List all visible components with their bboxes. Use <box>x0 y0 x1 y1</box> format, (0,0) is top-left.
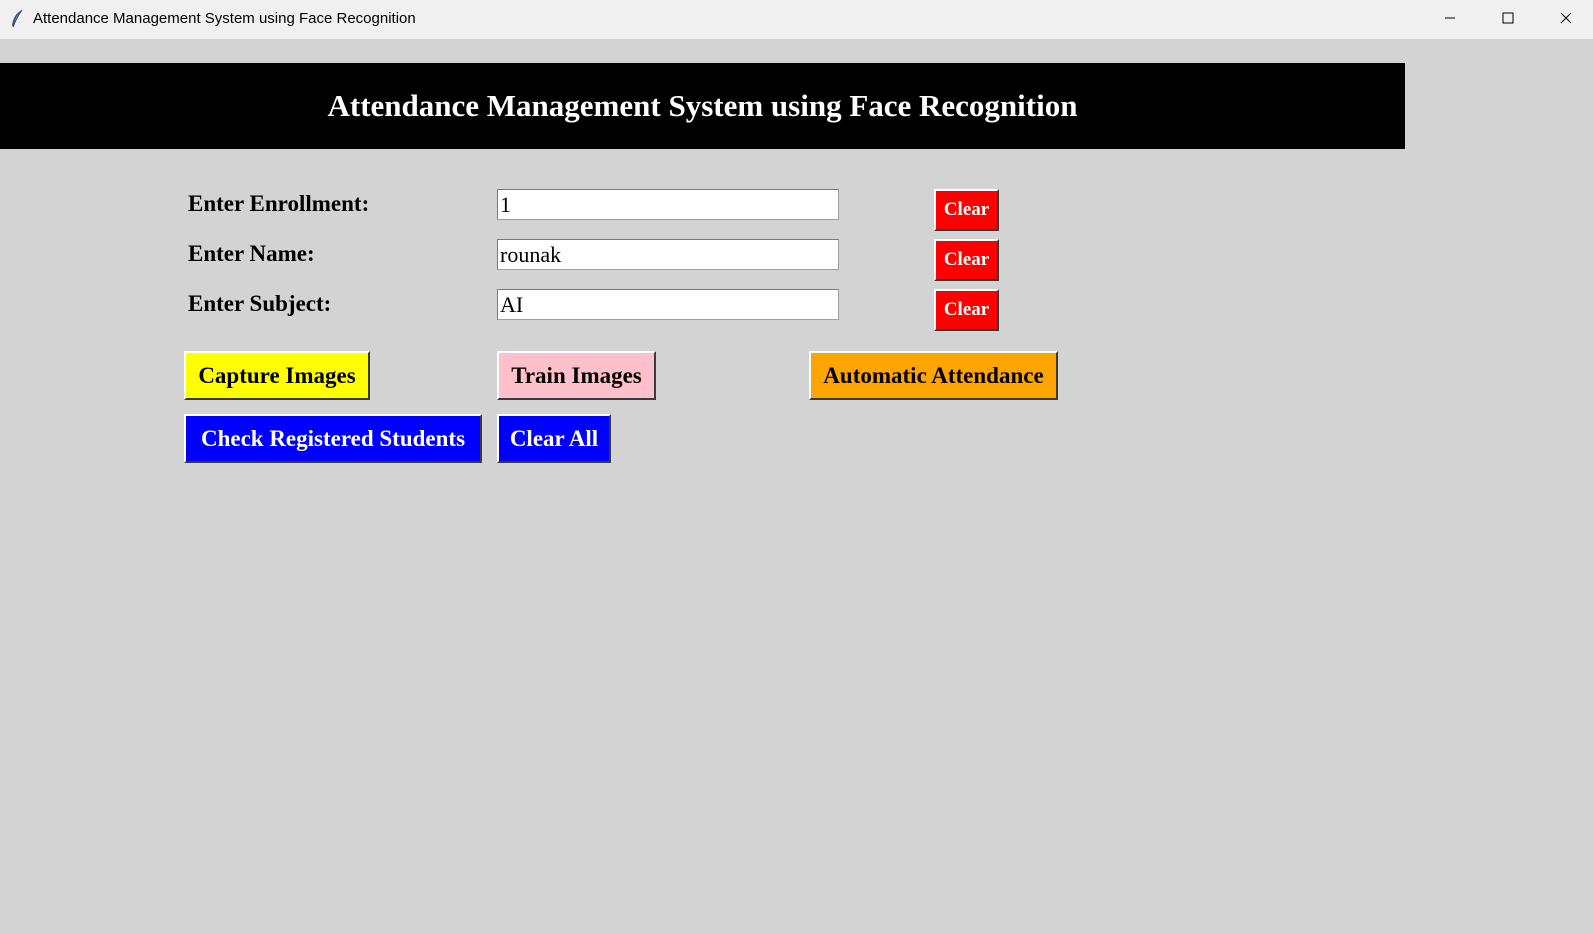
train-images-button[interactable]: Train Images <box>497 351 656 400</box>
close-button[interactable] <box>1537 0 1593 39</box>
name-label: Enter Name: <box>188 241 315 266</box>
close-icon <box>1560 11 1572 28</box>
enrollment-field[interactable] <box>497 189 839 220</box>
name-field[interactable] <box>497 239 839 270</box>
window-titlebar: Attendance Management System using Face … <box>0 0 1593 39</box>
subject-field[interactable] <box>497 289 839 320</box>
capture-images-button[interactable]: Capture Images <box>184 351 370 400</box>
minimize-button[interactable] <box>1421 0 1479 39</box>
check-registered-students-button[interactable]: Check Registered Students <box>184 414 482 463</box>
clear-name-button[interactable]: Clear <box>934 239 999 281</box>
subject-label: Enter Subject: <box>188 291 332 316</box>
automatic-attendance-button[interactable]: Automatic Attendance <box>809 351 1058 400</box>
maximize-icon <box>1502 11 1514 28</box>
clear-subject-button[interactable]: Clear <box>934 289 999 331</box>
minimize-icon <box>1444 11 1456 28</box>
clear-enrollment-button[interactable]: Clear <box>934 189 999 231</box>
app-client-area: Attendance Management System using Face … <box>0 39 1593 934</box>
maximize-button[interactable] <box>1479 0 1537 39</box>
feather-icon <box>9 9 25 29</box>
page-title: Attendance Management System using Face … <box>0 63 1405 149</box>
window-title: Attendance Management System using Face … <box>33 10 416 27</box>
enrollment-label: Enter Enrollment: <box>188 191 370 216</box>
clear-all-button[interactable]: Clear All <box>497 414 611 463</box>
